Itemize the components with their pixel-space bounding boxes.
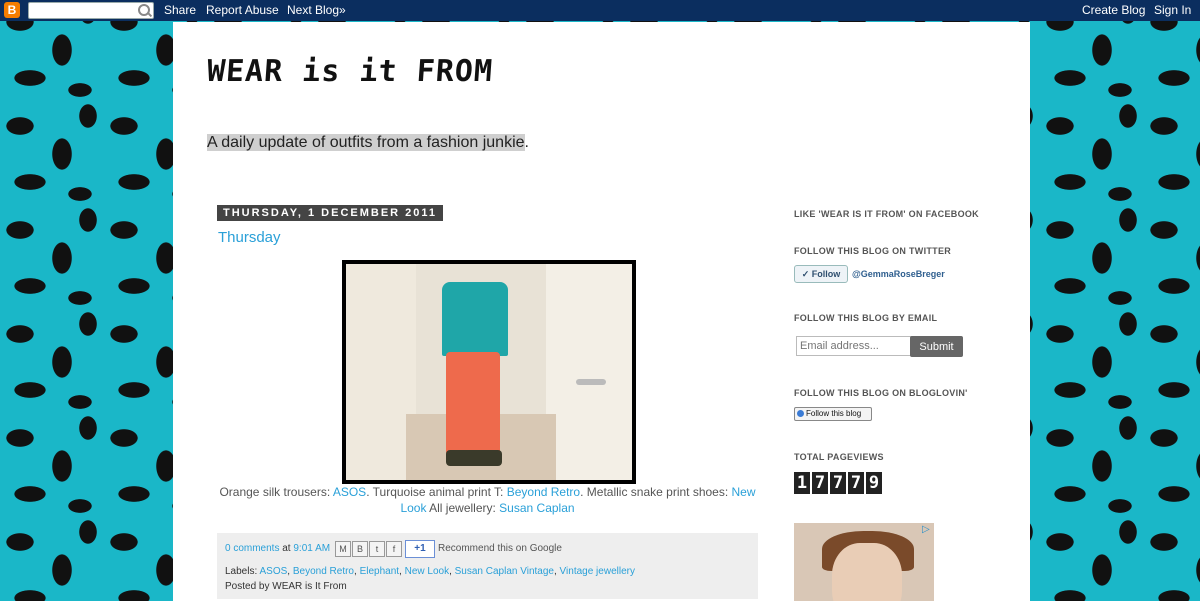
- caption-link[interactable]: Susan Caplan: [499, 501, 574, 515]
- label-link[interactable]: Beyond Retro: [293, 566, 354, 577]
- pageviews-digit: 7: [830, 472, 846, 494]
- bloglovin-widget-title: FOLLOW THIS BLOG ON BLOGLOVIN': [794, 388, 968, 398]
- email-field[interactable]: [796, 336, 912, 356]
- label-link[interactable]: Vintage jewellery: [560, 566, 635, 577]
- caption-text: . Metallic snake print shoes:: [580, 485, 732, 499]
- caption-text: Orange silk trousers:: [219, 485, 333, 499]
- label-link[interactable]: New Look: [405, 566, 449, 577]
- pageviews-widget-title: TOTAL PAGEVIEWS: [794, 452, 884, 462]
- twitter-handle[interactable]: @GemmaRoseBreger: [852, 269, 945, 279]
- sign-in-link[interactable]: Sign In: [1154, 3, 1191, 17]
- label-link[interactable]: Susan Caplan Vintage: [455, 566, 554, 577]
- outfit-photo[interactable]: [342, 260, 636, 484]
- email-share-icon[interactable]: M: [335, 541, 351, 557]
- pageviews-digit: 9: [866, 472, 882, 494]
- label-link[interactable]: ASOS: [259, 566, 287, 577]
- recommend-text: Recommend this on Google: [438, 543, 562, 554]
- labels-prefix: Labels:: [225, 566, 260, 577]
- report-abuse-link[interactable]: Report Abuse: [206, 3, 279, 17]
- facebook-share-icon[interactable]: f: [386, 541, 402, 557]
- search-icon[interactable]: [138, 4, 150, 16]
- sidebar-ad-image[interactable]: ▷: [794, 523, 934, 601]
- facebook-widget-title: LIKE 'WEAR IS IT FROM' ON FACEBOOK: [794, 209, 979, 219]
- bloglovin-follow-button[interactable]: Follow this blog: [794, 407, 872, 421]
- post-date-header: THURSDAY, 1 DECEMBER 2011: [217, 205, 444, 221]
- twitter-widget-title: FOLLOW THIS BLOG ON TWITTER: [794, 246, 952, 256]
- next-blog-link[interactable]: Next Blog»: [287, 3, 346, 17]
- pageviews-digit: 7: [848, 472, 864, 494]
- post-time-link[interactable]: 9:01 AM: [293, 543, 330, 554]
- twitter-follow-button[interactable]: ✓ Follow: [794, 265, 848, 283]
- navbar-search-input[interactable]: [28, 2, 154, 19]
- email-widget-title: FOLLOW THIS BLOG BY EMAIL: [794, 313, 938, 323]
- caption-link[interactable]: Beyond Retro: [507, 485, 580, 499]
- pageviews-counter: 17779: [794, 472, 884, 494]
- blog-tagline: A daily update of outfits from a fashion…: [207, 134, 529, 152]
- post-caption: Orange silk trousers: ASOS. Turquoise an…: [217, 484, 758, 516]
- adchoices-icon[interactable]: ▷: [922, 525, 932, 535]
- label-link[interactable]: Elephant: [360, 566, 399, 577]
- pageviews-digit: 7: [812, 472, 828, 494]
- post-labels: Labels: ASOS, Beyond Retro, Elephant, Ne…: [225, 566, 635, 577]
- tagline-highlight: A daily update of outfits from a fashion…: [207, 134, 525, 151]
- bloglovin-icon: [797, 410, 804, 418]
- blogger-navbar: B Share Report Abuse Next Blog» Create B…: [0, 0, 1200, 21]
- blog-title[interactable]: WEAR is it FROM: [206, 54, 494, 89]
- caption-text: . Turquoise animal print T:: [366, 485, 507, 499]
- comments-link[interactable]: 0 comments: [225, 543, 279, 554]
- caption-text: All jewellery:: [426, 501, 500, 515]
- pageviews-digit: 1: [794, 472, 810, 494]
- caption-link[interactable]: ASOS: [333, 485, 366, 499]
- share-link[interactable]: Share: [164, 3, 196, 17]
- at-text: at: [279, 543, 294, 554]
- post-author: Posted by WEAR is It From: [225, 581, 347, 592]
- email-submit-button[interactable]: Submit: [910, 336, 963, 357]
- blogthis-share-icon[interactable]: B: [352, 541, 368, 557]
- create-blog-link[interactable]: Create Blog: [1082, 3, 1145, 17]
- tagline-end: .: [524, 134, 529, 151]
- plus-one-button[interactable]: +1: [405, 540, 435, 558]
- blog-page: WEAR is it FROM A daily update of outfit…: [173, 22, 1030, 601]
- twitter-share-icon[interactable]: t: [369, 541, 385, 557]
- blogger-logo-icon[interactable]: B: [4, 2, 20, 18]
- post-title[interactable]: Thursday: [218, 229, 281, 246]
- post-footer: 0 comments at 9:01 AM MBtf +1 Recommend …: [217, 533, 758, 599]
- bloglovin-follow-label: Follow this blog: [806, 409, 862, 418]
- share-buttons: MBtf: [335, 541, 403, 557]
